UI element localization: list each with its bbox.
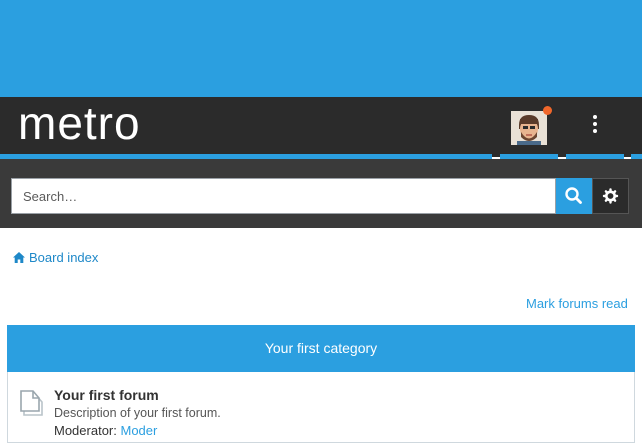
gear-icon — [602, 188, 619, 204]
search-icon — [565, 187, 582, 204]
advanced-search-button[interactable] — [592, 178, 629, 214]
user-avatar-icon — [511, 111, 547, 145]
forum-moderator: Moderator: Moder — [54, 423, 157, 438]
menu-button[interactable] — [566, 97, 624, 157]
nav-edge-tab — [631, 97, 642, 157]
brand-text: metro — [18, 97, 141, 149]
brand-logo[interactable]: metro — [0, 97, 492, 157]
moderator-label: Moderator: — [54, 423, 117, 438]
top-banner — [0, 0, 642, 97]
home-icon — [13, 251, 25, 263]
avatar — [511, 111, 547, 145]
search-button[interactable] — [556, 178, 592, 214]
moderator-link[interactable]: Moder — [121, 423, 158, 438]
search-input[interactable] — [11, 178, 556, 214]
breadcrumb-board-index[interactable]: Board index — [29, 250, 98, 265]
forum-title-link[interactable]: Your first forum — [54, 387, 159, 403]
forum-row: Your first forum Description of your fir… — [7, 372, 635, 443]
vertical-dots-icon — [593, 115, 597, 136]
breadcrumb[interactable]: Board index — [12, 248, 98, 266]
user-avatar-button[interactable] — [500, 97, 558, 157]
mark-forums-read-link[interactable]: Mark forums read — [526, 296, 628, 311]
category-header: Your first category — [7, 325, 635, 372]
notification-dot — [543, 106, 552, 115]
forum-description: Description of your first forum. — [54, 406, 221, 420]
category-title[interactable]: Your first category — [7, 325, 635, 372]
forum-read-icon — [20, 390, 43, 416]
